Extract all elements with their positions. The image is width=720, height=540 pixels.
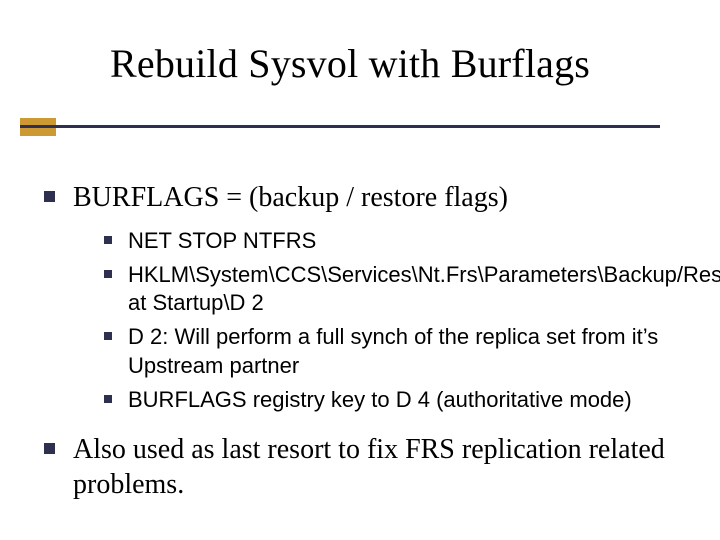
sub-bullet-group: NET STOP NTFRS HKLM\System\CCS\Services\… <box>104 227 682 414</box>
bullet-text: D 2: Will perform a full synch of the re… <box>128 323 682 379</box>
bullet-level2: D 2: Will perform a full synch of the re… <box>104 323 682 379</box>
bullet-level2: HKLM\System\CCS\Services\Nt.Frs\Paramete… <box>104 261 682 317</box>
bullet-level1: BURFLAGS = (backup / restore flags) <box>44 180 682 215</box>
square-bullet-icon <box>104 332 112 340</box>
bullet-text: BURFLAGS = (backup / restore flags) <box>73 180 508 215</box>
bullet-level1: Also used as last resort to fix FRS repl… <box>44 432 682 502</box>
title-underline <box>20 125 660 128</box>
bullet-text: NET STOP NTFRS <box>128 227 316 255</box>
square-bullet-icon <box>104 270 112 278</box>
bullet-text: BURFLAGS registry key to D 4 (authoritat… <box>128 386 632 414</box>
slide: Rebuild Sysvol with Burflags BURFLAGS = … <box>0 0 720 540</box>
bullet-level2: NET STOP NTFRS <box>104 227 682 255</box>
slide-title: Rebuild Sysvol with Burflags <box>110 40 590 87</box>
square-bullet-icon <box>104 395 112 403</box>
bullet-text: HKLM\System\CCS\Services\Nt.Frs\Paramete… <box>128 261 720 317</box>
bullet-level2: BURFLAGS registry key to D 4 (authoritat… <box>104 386 682 414</box>
bullet-text: Also used as last resort to fix FRS repl… <box>73 432 682 502</box>
square-bullet-icon <box>104 236 112 244</box>
title-area: Rebuild Sysvol with Burflags <box>110 40 590 87</box>
square-bullet-icon <box>44 443 55 454</box>
square-bullet-icon <box>44 191 55 202</box>
slide-body: BURFLAGS = (backup / restore flags) NET … <box>44 180 682 514</box>
